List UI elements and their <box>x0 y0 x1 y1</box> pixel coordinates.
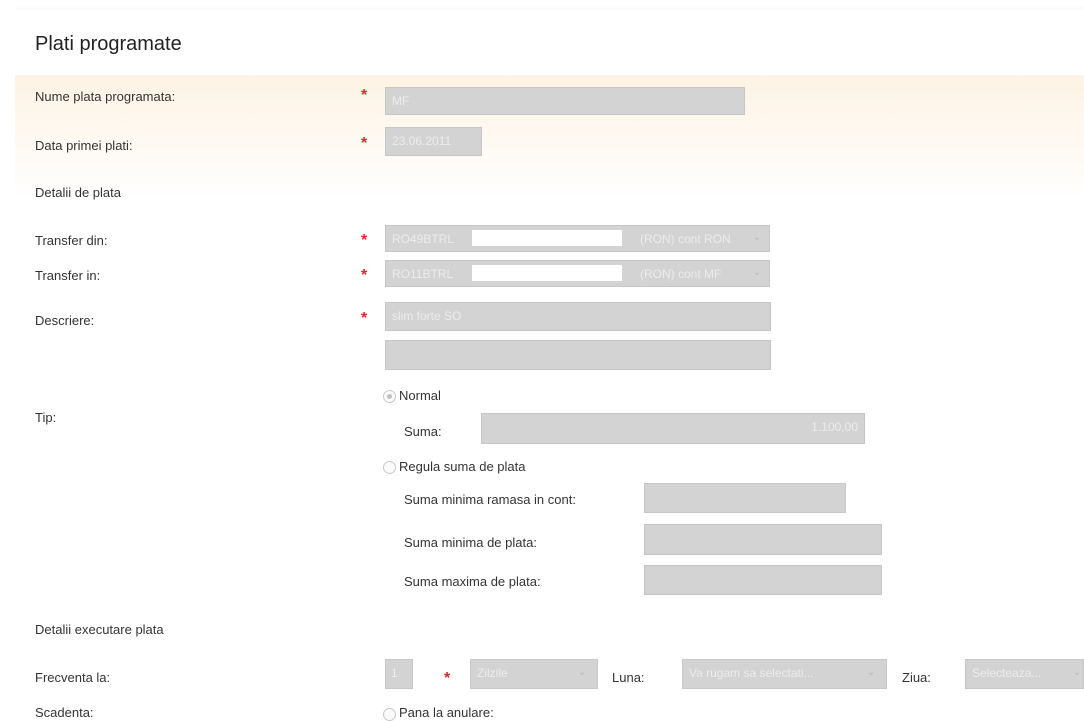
nume-label: Nume plata programata: <box>35 89 176 104</box>
required-marker: * <box>361 87 368 104</box>
chevron-down-icon[interactable]: ⌄ <box>1068 667 1084 678</box>
radio-normal[interactable] <box>383 390 396 403</box>
required-marker: * <box>361 135 368 152</box>
required-marker: * <box>361 310 368 327</box>
scadenta-label: Scadenta: <box>35 705 94 720</box>
suma-max-plata-label: Suma maxima de plata: <box>404 574 541 589</box>
chevron-down-icon[interactable]: ⌄ <box>862 667 880 678</box>
required-marker: * <box>444 670 451 687</box>
frecventa-input[interactable]: 1 <box>385 659 413 689</box>
frecventa-label: Frecventa la: <box>35 670 111 685</box>
transfer-in-iban: RO11BTRL <box>392 267 454 281</box>
chevron-down-icon[interactable]: ⌄ <box>748 232 766 243</box>
redacted-account <box>472 265 622 281</box>
page-title: Plati programate <box>35 33 182 55</box>
ziua-label: Ziua: <box>902 670 931 685</box>
luna-select[interactable]: Va rugam sa selectati... <box>682 659 887 689</box>
radio-regula[interactable] <box>383 461 396 474</box>
transfer-din-label: Transfer din: <box>35 233 108 248</box>
required-marker: * <box>361 267 368 284</box>
data-label: Data primei plati: <box>35 138 133 153</box>
radio-normal-label: Normal <box>399 388 441 403</box>
chevron-down-icon[interactable]: ⌄ <box>748 267 766 278</box>
radio-regula-label: Regula suma de plata <box>399 459 526 474</box>
transfer-din-iban: RO49BTRL <box>392 232 455 246</box>
detalii-plata-heading: Detalii de plata <box>35 185 121 200</box>
suma-min-plata-label: Suma minima de plata: <box>404 535 537 550</box>
descriere-input-line2[interactable] <box>385 340 771 370</box>
redacted-account <box>472 230 622 246</box>
radio-pana-label: Pana la anulare: <box>399 705 494 720</box>
suma-min-plata-input[interactable] <box>644 524 882 555</box>
suma-input[interactable]: 1.100,00 <box>481 413 865 444</box>
chevron-down-icon[interactable]: ⌄ <box>573 667 591 678</box>
descriere-input[interactable]: slim forte SO <box>385 302 771 331</box>
transfer-in-suffix: (RON) cont MF <box>640 267 722 281</box>
luna-label: Luna: <box>612 670 645 685</box>
required-marker: * <box>361 232 368 249</box>
suma-label: Suma: <box>404 424 442 439</box>
suma-min-ramasa-input[interactable] <box>644 483 846 513</box>
suma-min-ramasa-label: Suma minima ramasa in cont: <box>404 492 576 507</box>
descriere-label: Descriere: <box>35 313 95 328</box>
suma-max-plata-input[interactable] <box>644 565 882 595</box>
radio-selected-dot <box>387 394 392 399</box>
nume-input[interactable]: MF <box>385 87 745 115</box>
transfer-in-label: Transfer in: <box>35 268 101 283</box>
tip-label: Tip: <box>35 410 57 425</box>
data-input[interactable]: 23.06.2011 <box>385 127 482 156</box>
transfer-din-suffix: (RON) cont RON <box>640 232 731 246</box>
detalii-executare-heading: Detalii executare plata <box>35 622 164 637</box>
ziua-select[interactable]: Selecteaza... <box>965 659 1084 689</box>
radio-pana-la-anulare[interactable] <box>383 708 396 721</box>
